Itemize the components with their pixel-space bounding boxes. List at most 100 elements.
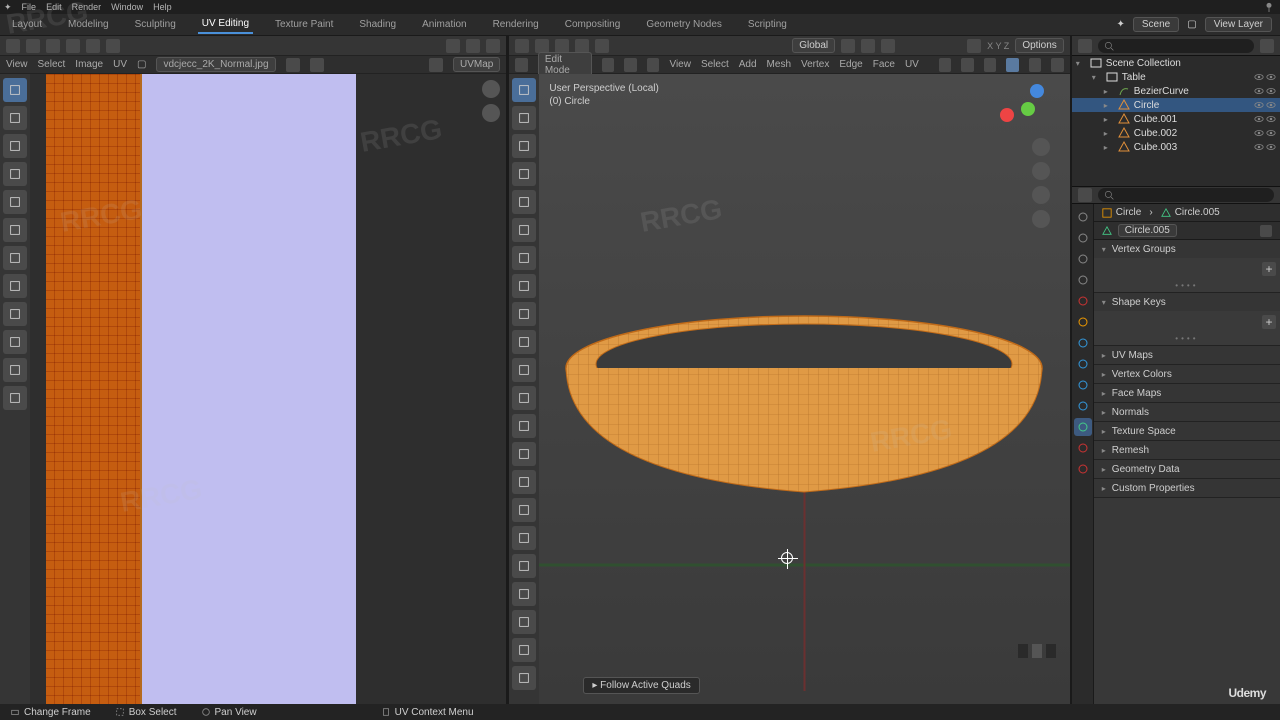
uv-gizmo-pan-icon[interactable]: [482, 104, 500, 122]
physics-tab[interactable]: [1074, 376, 1092, 394]
spin-tool[interactable]: [512, 526, 536, 550]
knife-tool[interactable]: [512, 470, 536, 494]
toggle-z[interactable]: [1046, 644, 1056, 658]
transform-tool[interactable]: [3, 246, 27, 270]
tab-sculpting[interactable]: Sculpting: [131, 16, 180, 33]
snap-icon[interactable]: [861, 39, 875, 53]
tab-layout[interactable]: Layout: [8, 16, 46, 33]
transform-tool[interactable]: [512, 246, 536, 270]
rotate-tool[interactable]: [512, 190, 536, 214]
measure-tool[interactable]: [512, 302, 536, 326]
drag-handle-icon[interactable]: ••••: [1175, 281, 1198, 290]
toggle-y[interactable]: [1032, 644, 1042, 658]
objectdata-tab[interactable]: [1074, 418, 1092, 436]
orientation-selector[interactable]: Global: [792, 38, 835, 53]
texture-tab[interactable]: [1074, 460, 1092, 478]
xray-icon[interactable]: [961, 58, 973, 72]
render-tab[interactable]: [1074, 208, 1092, 226]
visibility-toggles[interactable]: [1254, 128, 1276, 138]
mode-icon[interactable]: [515, 58, 527, 72]
visibility-toggles[interactable]: [1254, 72, 1276, 82]
visibility-toggles[interactable]: [1254, 100, 1276, 110]
uv-snap-icon[interactable]: [466, 39, 480, 53]
tweak-tool[interactable]: [3, 78, 27, 102]
menu-render[interactable]: Render: [72, 2, 102, 12]
constraints-tab[interactable]: [1074, 397, 1092, 415]
smooth-tool[interactable]: [512, 554, 536, 578]
section-header[interactable]: ▸Normals: [1094, 403, 1280, 421]
tab-animation[interactable]: Animation: [418, 16, 470, 33]
uv-menu-view[interactable]: View: [6, 59, 28, 70]
annotate-tool[interactable]: [512, 274, 536, 298]
add-button[interactable]: +: [1262, 315, 1276, 329]
selmode2-face-icon[interactable]: [647, 58, 659, 72]
uv-sync-icon[interactable]: [26, 39, 40, 53]
uv-selmode-island-icon[interactable]: [106, 39, 120, 53]
vp-menu-select[interactable]: Select: [701, 59, 729, 70]
persp-gizmo-icon[interactable]: [1032, 210, 1050, 228]
axis-z-icon[interactable]: [1030, 84, 1044, 98]
image-name-field[interactable]: vdcjecc_2K_Normal.jpg: [156, 57, 275, 72]
section-header[interactable]: ▸Vertex Colors: [1094, 365, 1280, 383]
expand-icon[interactable]: ▸: [1104, 101, 1114, 110]
tab-shading[interactable]: Shading: [355, 16, 400, 33]
expand-icon[interactable]: ▸: [1104, 115, 1114, 124]
crumb-data[interactable]: Circle.005: [1175, 207, 1220, 218]
pinch-tool[interactable]: [3, 386, 27, 410]
section-header[interactable]: ▾Vertex Groups: [1094, 240, 1280, 258]
scale-tool[interactable]: [3, 218, 27, 242]
selmode-face-icon[interactable]: [595, 39, 609, 53]
image-unlink-icon[interactable]: [310, 58, 324, 72]
expand-icon[interactable]: ▸: [1104, 129, 1114, 138]
uv-view[interactable]: [30, 74, 506, 704]
uv-prop-icon[interactable]: [486, 39, 500, 53]
output-tab[interactable]: [1074, 229, 1092, 247]
viewport-type-icon[interactable]: [515, 39, 529, 53]
outliner-item[interactable]: ▸Cube.003: [1072, 140, 1280, 154]
section-header[interactable]: ▸Remesh: [1094, 441, 1280, 459]
menu-help[interactable]: Help: [153, 2, 172, 12]
cursor-tool[interactable]: [512, 134, 536, 158]
outliner-item[interactable]: ▸BezierCurve: [1072, 84, 1280, 98]
crumb-object[interactable]: Circle: [1116, 207, 1142, 218]
expand-icon[interactable]: ▸: [1104, 143, 1114, 152]
scene-selector[interactable]: Scene: [1133, 17, 1179, 32]
scale-tool[interactable]: [512, 218, 536, 242]
shade-render-icon[interactable]: [1051, 58, 1063, 72]
new-collection-icon[interactable]: [1078, 188, 1092, 202]
vp-menu-uv[interactable]: UV: [905, 59, 919, 70]
cursor-tool[interactable]: [3, 134, 27, 158]
pan-gizmo-icon[interactable]: [1032, 162, 1050, 180]
outliner-item[interactable]: ▸Cube.002: [1072, 126, 1280, 140]
viewlayer-tab[interactable]: [1074, 250, 1092, 268]
uv-selmode-face-icon[interactable]: [86, 39, 100, 53]
annotate-tool[interactable]: [3, 274, 27, 298]
menu-file[interactable]: File: [22, 2, 37, 12]
viewport-view[interactable]: User Perspective (Local) (0) Circle: [539, 74, 1069, 704]
overlay-icon[interactable]: [939, 58, 951, 72]
tab-rendering[interactable]: Rendering: [489, 16, 543, 33]
particles-tab[interactable]: [1074, 355, 1092, 373]
outliner-item[interactable]: ▸Cube.001: [1072, 112, 1280, 126]
selmode-vert-icon[interactable]: [555, 39, 569, 53]
drag-handle-icon[interactable]: ••••: [1175, 334, 1198, 343]
camera-gizmo-icon[interactable]: [1032, 186, 1050, 204]
material-tab[interactable]: [1074, 439, 1092, 457]
expand-icon[interactable]: ▸: [1104, 87, 1114, 96]
image-browse-icon[interactable]: [286, 58, 300, 72]
fake-user-icon[interactable]: [1260, 225, 1272, 237]
tweak-tool[interactable]: [512, 78, 536, 102]
visibility-toggles[interactable]: [1254, 142, 1276, 152]
shrink-tool[interactable]: [512, 610, 536, 634]
shear-tool[interactable]: [512, 638, 536, 662]
rip-region-tool[interactable]: [512, 666, 536, 690]
viewlayer-selector[interactable]: View Layer: [1205, 17, 1272, 32]
rotate-tool[interactable]: [3, 190, 27, 214]
outliner-root[interactable]: ▾ Scene Collection: [1072, 56, 1280, 70]
uvmap-selector[interactable]: UVMap: [453, 57, 500, 72]
shade-solid-icon[interactable]: [1006, 58, 1018, 72]
prop-edit-icon[interactable]: [881, 39, 895, 53]
extrude-tool[interactable]: [512, 358, 536, 382]
uv-menu-select[interactable]: Select: [38, 59, 66, 70]
vp-menu-view[interactable]: View: [669, 59, 691, 70]
